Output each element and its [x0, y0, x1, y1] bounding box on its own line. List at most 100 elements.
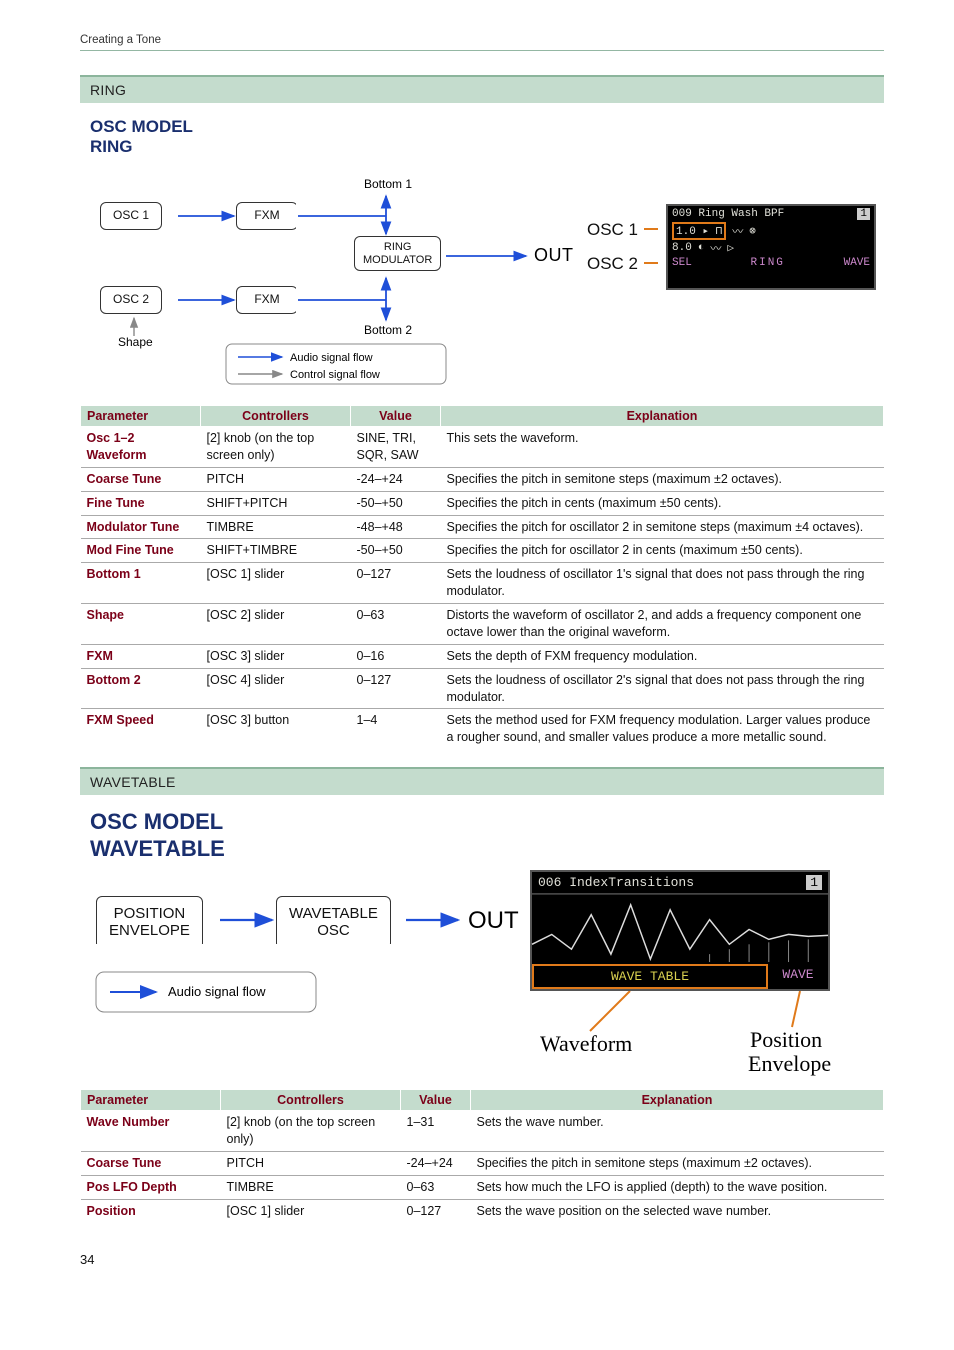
cell-param: Pos LFO Depth	[81, 1175, 221, 1199]
cell-val: -50–+50	[351, 539, 441, 563]
blk-osc2: OSC 2	[100, 286, 162, 314]
blk-wtosc: WAVETABLE OSC	[276, 896, 391, 944]
th-exp2: Explanation	[471, 1090, 884, 1111]
lbl-out: OUT	[534, 245, 574, 265]
th-exp: Explanation	[441, 406, 884, 427]
ringmod-l2: MODULATOR	[363, 254, 432, 266]
dev-corner: 1	[857, 208, 870, 220]
wt-model-l2: WAVETABLE	[90, 836, 884, 862]
cell-val: 1–31	[401, 1111, 471, 1152]
table-row: Shape[OSC 2] slider0–63Distorts the wave…	[81, 604, 884, 645]
cell-param: Wave Number	[81, 1111, 221, 1152]
th-param2: Parameter	[81, 1090, 221, 1111]
cell-val: 1–4	[351, 709, 441, 749]
cell-val: 0–16	[351, 644, 441, 668]
cell-param: Shape	[81, 604, 201, 645]
cell-param: Position	[81, 1199, 221, 1222]
th-ctrl: Controllers	[201, 406, 351, 427]
dev2-wt: WAVE TABLE	[532, 964, 768, 989]
device-screenshot-ring: 009 Ring Wash BPF 1 1.0 ▸ ⊓〰︎⊗ 8.0◐〰︎▷ S…	[666, 204, 876, 290]
cell-param: FXM	[81, 644, 201, 668]
cell-ctrl: [2] knob (on the top screen only)	[221, 1111, 401, 1152]
cell-ctrl: PITCH	[221, 1151, 401, 1175]
cell-exp: Sets the method used for FXM frequency m…	[441, 709, 884, 749]
ringmod-l1: RING	[384, 241, 412, 253]
cell-exp: This sets the waveform.	[441, 427, 884, 468]
blk-fxm-1: FXM	[236, 202, 296, 230]
table-row: Osc 1–2 Waveform[2] knob (on the top scr…	[81, 427, 884, 468]
dev-v2: 8.0	[672, 242, 692, 254]
cell-exp: Specifies the pitch in semitone steps (m…	[471, 1151, 884, 1175]
cell-val: -50–+50	[351, 491, 441, 515]
section-ring: RING	[80, 75, 884, 103]
posenv-l1: POSITION	[114, 905, 186, 922]
device-screenshot-wt: 006 IndexTransitions 1 WAVE TABLE WAVE	[530, 870, 830, 991]
cell-exp: Distorts the waveform of oscillator 2, a…	[441, 604, 884, 645]
posenv-l2: ENVELOPE	[109, 922, 190, 939]
cell-param: Coarse Tune	[81, 1151, 221, 1175]
cell-ctrl: [OSC 3] button	[201, 709, 351, 749]
cell-exp: Sets the loudness of oscillator 2's sign…	[441, 668, 884, 709]
side-osc1: OSC 1	[580, 220, 638, 240]
cell-ctrl: SHIFT+TIMBRE	[201, 539, 351, 563]
dev-v1: 1.0	[676, 226, 696, 238]
dev-wave: WAVE	[844, 257, 870, 269]
dev-ring: RING	[751, 257, 785, 269]
table-row: Position[OSC 1] slider0–127Sets the wave…	[81, 1199, 884, 1222]
cell-param: Mod Fine Tune	[81, 539, 201, 563]
breadcrumb: Creating a Tone	[80, 34, 884, 51]
table-row: Fine TuneSHIFT+PITCH-50–+50Specifies the…	[81, 491, 884, 515]
cell-exp: Specifies the pitch in cents (maximum ±5…	[441, 491, 884, 515]
cell-val: 0–127	[401, 1199, 471, 1222]
blk-ring-mod: RING MODULATOR	[354, 236, 441, 271]
th-val: Value	[351, 406, 441, 427]
lbl-shape: Shape	[118, 335, 153, 349]
blk-posenv: POSITION ENVELOPE	[96, 896, 203, 944]
legend-control: Control signal flow	[290, 369, 380, 381]
ring-model-l1: OSC MODEL	[90, 117, 884, 137]
cell-ctrl: SHIFT+PITCH	[201, 491, 351, 515]
dev2-top: 006 IndexTransitions	[538, 875, 694, 890]
table-row: Pos LFO DepthTIMBRE0–63Sets how much the…	[81, 1175, 884, 1199]
cell-ctrl: [OSC 1] slider	[201, 563, 351, 604]
table-row: Bottom 1[OSC 1] slider0–127Sets the loud…	[81, 563, 884, 604]
th-ctrl2: Controllers	[221, 1090, 401, 1111]
cell-val: -48–+48	[351, 515, 441, 539]
cell-exp: Sets how much the LFO is applied (depth)…	[471, 1175, 884, 1199]
table-row: FXM[OSC 3] slider0–16Sets the depth of F…	[81, 644, 884, 668]
cell-ctrl: [2] knob (on the top screen only)	[201, 427, 351, 468]
page-number: 34	[80, 1252, 884, 1267]
blk-osc1: OSC 1	[100, 202, 162, 230]
cell-ctrl: [OSC 2] slider	[201, 604, 351, 645]
cell-param: Osc 1–2 Waveform	[81, 427, 201, 468]
wavetable-diagram: POSITION ENVELOPE WAVETABLE OSC OUT Audi…	[80, 862, 884, 1085]
cell-val: 0–127	[351, 563, 441, 604]
cell-param: FXM Speed	[81, 709, 201, 749]
cell-param: Fine Tune	[81, 491, 201, 515]
cell-ctrl: [OSC 4] slider	[201, 668, 351, 709]
dev-top: 009 Ring Wash BPF	[672, 208, 784, 220]
blk-fxm-2: FXM	[236, 286, 296, 314]
annot-waveform: Waveform	[540, 1031, 632, 1056]
cell-ctrl: TIMBRE	[221, 1175, 401, 1199]
annot-position-l2: Envelope	[748, 1051, 831, 1076]
cell-exp: Sets the wave number.	[471, 1111, 884, 1152]
wavetable-param-table: Parameter Controllers Value Explanation …	[80, 1089, 884, 1222]
wt-model-l1: OSC MODEL	[90, 809, 884, 835]
th-val2: Value	[401, 1090, 471, 1111]
table-row: Coarse TunePITCH-24–+24Specifies the pit…	[81, 467, 884, 491]
table-row: Modulator TuneTIMBRE-48–+48Specifies the…	[81, 515, 884, 539]
wtosc-l2: OSC	[317, 922, 350, 939]
table-row: FXM Speed[OSC 3] button1–4Sets the metho…	[81, 709, 884, 749]
legend-audio: Audio signal flow	[290, 352, 373, 364]
table-row: Mod Fine TuneSHIFT+TIMBRE-50–+50Specifie…	[81, 539, 884, 563]
ring-model-header: OSC MODEL RING	[80, 117, 884, 156]
side-osc2: OSC 2	[580, 254, 638, 274]
ring-model-l2: RING	[90, 137, 884, 157]
cell-exp: Specifies the pitch for oscillator 2 in …	[441, 515, 884, 539]
table-row: Coarse TunePITCH-24–+24Specifies the pit…	[81, 1151, 884, 1175]
legend-audio-wt: Audio signal flow	[168, 984, 266, 999]
cell-val: 0–63	[401, 1175, 471, 1199]
cell-param: Modulator Tune	[81, 515, 201, 539]
cell-exp: Specifies the pitch in semitone steps (m…	[441, 467, 884, 491]
